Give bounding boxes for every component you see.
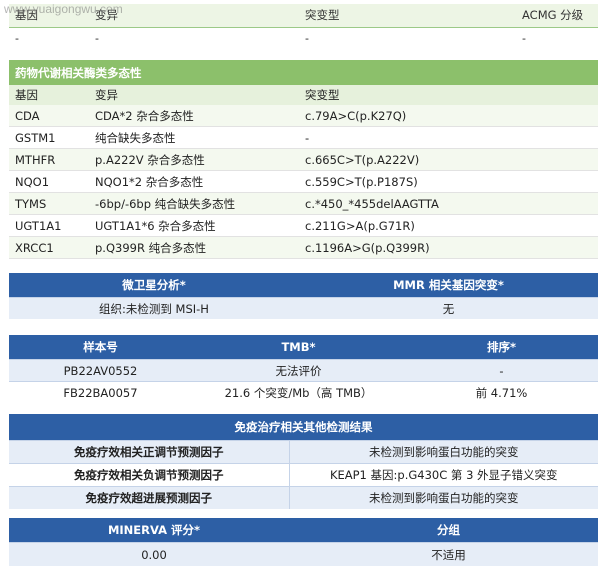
cell-gene: - <box>9 27 89 50</box>
cell-mutation-type: - <box>299 126 599 149</box>
header-mutation-type: 突变型 <box>299 4 516 28</box>
table-row: 0.00 不适用 <box>9 542 598 566</box>
table-row: CDA CDA*2 杂合多态性 c.79A>C(p.K27Q) <box>9 105 599 127</box>
cell-tmb: 21.6 个突变/Mb（高 TMB） <box>192 381 405 403</box>
cell-mutation-type: c.*450_*455delAAGTTA <box>299 192 599 215</box>
cell-mutation-type: c.1196A>G(p.Q399R) <box>299 236 599 259</box>
table-row: 免疫疗效超进展预测因子 未检测到影响蛋白功能的突变 <box>9 486 598 509</box>
table-row: 免疫疗效相关负调节预测因子 KEAP1 基因:p.G430C 第 3 外显子错义… <box>9 463 598 487</box>
header-mutation-type: 突变型 <box>299 85 599 105</box>
cell-mutation-type: c.559C>T(p.P187S) <box>299 170 599 193</box>
cell-gene: UGT1A1 <box>9 214 89 237</box>
cell-factor-result: KEAP1 基因:p.G430C 第 3 外显子错义突变 <box>288 463 598 487</box>
cell-rank: 前 4.71% <box>405 381 598 403</box>
header-tmb: TMB* <box>192 335 405 360</box>
table-header-row: 微卫星分析* MMR 相关基因突变* <box>9 273 598 298</box>
cell-factor-result: 未检测到影响蛋白功能的突变 <box>288 486 598 509</box>
cell-sample-id: FB22BA0057 <box>9 381 192 403</box>
table-title: 药物代谢相关酶类多态性 <box>9 60 599 85</box>
cell-variant: p.A222V 杂合多态性 <box>89 148 299 171</box>
cell-tmb: 无法评价 <box>192 359 405 382</box>
table-header-row: 样本号 TMB* 排序* <box>9 335 598 360</box>
cell-variant: NQO1*2 杂合多态性 <box>89 170 299 193</box>
table-title-row: 药物代谢相关酶类多态性 <box>9 60 599 85</box>
cell-factor-result: 未检测到影响蛋白功能的突变 <box>288 440 598 464</box>
minerva-score-table: MINERVA 评分* 分组 0.00 不适用 <box>9 518 598 566</box>
acmg-variant-table: 基因 变异 突变型 ACMG 分级 - - - - <box>9 4 598 50</box>
cell-gene: XRCC1 <box>9 236 89 259</box>
table-row: PB22AV0552 无法评价 - <box>9 359 598 382</box>
cell-mmr-result: 无 <box>299 297 598 319</box>
table-row: NQO1 NQO1*2 杂合多态性 c.559C>T(p.P187S) <box>9 170 599 193</box>
cell-variant: - <box>89 27 299 50</box>
table-row: TYMS -6bp/-6bp 纯合缺失多态性 c.*450_*455delAAG… <box>9 192 599 215</box>
cell-variant: UGT1A1*6 杂合多态性 <box>89 214 299 237</box>
header-acmg-class: ACMG 分级 <box>516 4 598 28</box>
header-sample-id: 样本号 <box>9 335 192 360</box>
msi-mmr-table: 微卫星分析* MMR 相关基因突变* 组织:未检测到 MSI-H 无 <box>9 273 598 319</box>
cell-variant: CDA*2 杂合多态性 <box>89 105 299 127</box>
cell-rank: - <box>405 359 598 382</box>
table-row: 组织:未检测到 MSI-H 无 <box>9 297 598 319</box>
cell-minerva-score: 0.00 <box>9 542 299 566</box>
cell-mutation-type: c.211G>A(p.G71R) <box>299 214 599 237</box>
pharma-body: CDA CDA*2 杂合多态性 c.79A>C(p.K27Q) GSTM1 纯合… <box>9 105 599 259</box>
header-gene: 基因 <box>9 4 89 28</box>
cell-gene: NQO1 <box>9 170 89 193</box>
cell-variant: p.Q399R 纯合多态性 <box>89 236 299 259</box>
drug-metabolism-polymorphism-table: 药物代谢相关酶类多态性 基因 变异 突变型 CDA CDA*2 杂合多态性 c.… <box>9 60 599 259</box>
table-header-row: 基因 变异 突变型 ACMG 分级 <box>9 4 598 28</box>
cell-acmg-class: - <box>516 27 598 50</box>
header-msi: 微卫星分析* <box>9 273 299 298</box>
table-row: 免疫疗效相关正调节预测因子 未检测到影响蛋白功能的突变 <box>9 440 598 464</box>
table-row: UGT1A1 UGT1A1*6 杂合多态性 c.211G>A(p.G71R) <box>9 214 599 237</box>
header-minerva-score: MINERVA 评分* <box>9 518 299 543</box>
cell-gene: GSTM1 <box>9 126 89 149</box>
header-variant: 变异 <box>89 85 299 105</box>
cell-gene: TYMS <box>9 192 89 215</box>
cell-gene: CDA <box>9 105 89 127</box>
table-row: GSTM1 纯合缺失多态性 - <box>9 126 599 149</box>
cell-sample-id: PB22AV0552 <box>9 359 192 382</box>
cell-msi-result: 组织:未检测到 MSI-H <box>9 297 299 319</box>
table-row: FB22BA0057 21.6 个突变/Mb（高 TMB） 前 4.71% <box>9 381 598 403</box>
cell-mutation-type: - <box>299 27 516 50</box>
cell-variant: 纯合缺失多态性 <box>89 126 299 149</box>
tmb-table: 样本号 TMB* 排序* PB22AV0552 无法评价 - FB22BA005… <box>9 335 598 403</box>
cell-factor-label: 免疫疗效超进展预测因子 <box>9 486 289 509</box>
table-row: XRCC1 p.Q399R 纯合多态性 c.1196A>G(p.Q399R) <box>9 236 599 259</box>
immunotherapy-other-results-table: 免疫治疗相关其他检测结果 免疫疗效相关正调节预测因子 未检测到影响蛋白功能的突变… <box>9 414 598 509</box>
header-mmr: MMR 相关基因突变* <box>299 273 598 298</box>
table-header-row: MINERVA 评分* 分组 <box>9 518 598 543</box>
table-row: MTHFR p.A222V 杂合多态性 c.665C>T(p.A222V) <box>9 148 599 171</box>
table-title-row: 免疫治疗相关其他检测结果 <box>9 414 598 441</box>
cell-mutation-type: c.79A>C(p.K27Q) <box>299 105 599 127</box>
table-row: - - - - <box>9 27 598 50</box>
table-header-row: 基因 变异 突变型 <box>9 85 599 105</box>
cell-gene: MTHFR <box>9 148 89 171</box>
cell-variant: -6bp/-6bp 纯合缺失多态性 <box>89 192 299 215</box>
cell-group: 不适用 <box>299 542 598 566</box>
header-rank: 排序* <box>405 335 598 360</box>
header-group: 分组 <box>299 518 598 543</box>
header-gene: 基因 <box>9 85 89 105</box>
cell-mutation-type: c.665C>T(p.A222V) <box>299 148 599 171</box>
header-variant: 变异 <box>89 4 299 28</box>
table-title: 免疫治疗相关其他检测结果 <box>9 414 598 441</box>
cell-factor-label: 免疫疗效相关正调节预测因子 <box>9 440 289 464</box>
cell-factor-label: 免疫疗效相关负调节预测因子 <box>9 463 289 487</box>
